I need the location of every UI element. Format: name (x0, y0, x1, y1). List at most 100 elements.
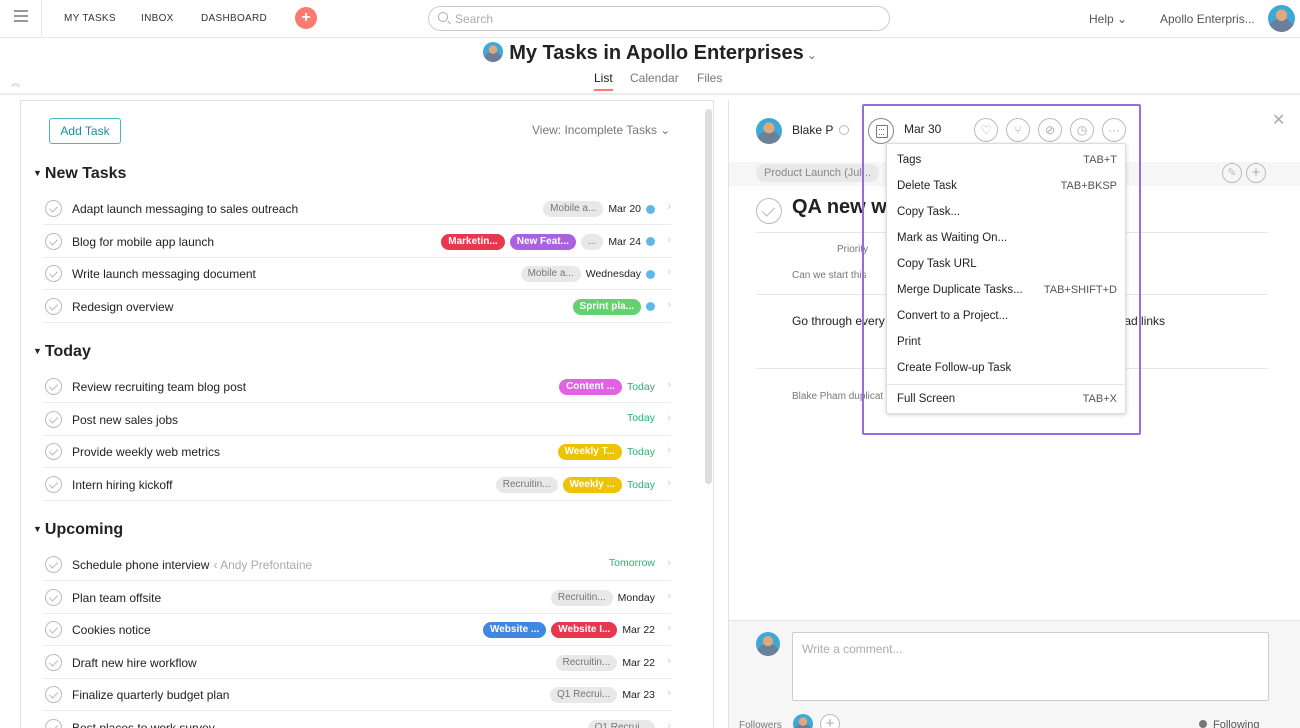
task-name-cell[interactable]: Intern hiring kickoff (72, 478, 173, 492)
chevron-right-icon[interactable]: › (667, 622, 671, 634)
comment-input[interactable] (792, 632, 1269, 701)
due-date[interactable]: Today (627, 446, 655, 458)
complete-checkbox[interactable] (45, 265, 62, 282)
menu-item-mark-waiting[interactable]: Mark as Waiting On... (887, 225, 1127, 251)
following-toggle[interactable]: Following (1199, 719, 1259, 728)
chevron-right-icon[interactable]: › (667, 299, 671, 311)
chevron-right-icon[interactable]: › (667, 444, 671, 456)
tag-pill[interactable]: Q1 Recrui... (549, 687, 618, 703)
task-assignee[interactable]: ‹ Andy Prefontaine (213, 558, 312, 572)
add-follower-icon[interactable]: + (820, 714, 840, 728)
due-date[interactable]: Today (627, 479, 655, 491)
task-row[interactable]: Write launch messaging document Mobile a.… (43, 258, 671, 290)
assignee-name[interactable]: Blake P (792, 123, 833, 137)
due-date[interactable]: Tomorrow (609, 557, 655, 569)
tab-list[interactable]: List (594, 71, 613, 85)
tag-pill[interactable]: Q1 Recrui... (587, 719, 655, 728)
task-row[interactable]: Blog for mobile app launch Marketin... New… (43, 226, 671, 258)
tag-pill[interactable]: ... (580, 233, 604, 250)
nav-dashboard[interactable]: DASHBOARD (201, 13, 267, 24)
task-row[interactable]: Plan team offsite Recruitin... Monday › (43, 582, 671, 614)
tab-calendar[interactable]: Calendar (630, 71, 679, 85)
task-name-cell[interactable]: Review recruiting team blog post (72, 380, 246, 394)
edit-icon[interactable]: ✎ (1222, 163, 1242, 183)
due-date[interactable]: Today (627, 412, 655, 424)
search-input[interactable] (455, 10, 875, 28)
menu-icon[interactable] (14, 10, 28, 24)
task-row[interactable]: Draft new hire workflow Recruitin... Mar 2… (43, 647, 671, 679)
section-header[interactable]: ▼ Upcoming (33, 521, 123, 539)
close-icon[interactable]: ✕ (1272, 110, 1285, 130)
complete-checkbox[interactable] (45, 410, 62, 428)
complete-checkbox[interactable] (45, 653, 62, 671)
tag-pill[interactable]: Recruitin... (495, 476, 558, 493)
chevron-right-icon[interactable]: › (667, 687, 671, 699)
complete-checkbox[interactable] (45, 556, 62, 573)
nav-inbox[interactable]: INBOX (141, 13, 174, 24)
follower-avatar[interactable] (793, 714, 813, 728)
task-row[interactable]: Provide weekly web metrics Weekly T... Tod… (43, 436, 671, 468)
complete-checkbox[interactable] (45, 686, 62, 703)
page-title[interactable]: My Tasks in Apollo Enterprises ⌄ (0, 42, 1300, 65)
menu-item-tags[interactable]: Tags TAB+T (887, 147, 1127, 173)
chevron-right-icon[interactable]: › (667, 655, 671, 667)
user-avatar[interactable] (1268, 5, 1295, 32)
view-filter-dropdown[interactable]: View: Incomplete Tasks ⌄ (532, 123, 670, 137)
task-name-cell[interactable]: Write launch messaging document (72, 267, 256, 281)
project-pill[interactable]: Product Launch (Jul... (756, 164, 880, 182)
due-date[interactable]: Mar 23 (622, 689, 655, 701)
menu-item-copy-url[interactable]: Copy Task URL (887, 251, 1127, 277)
complete-checkbox[interactable] (45, 718, 62, 728)
task-row[interactable]: Post new sales jobs Today › (43, 404, 671, 436)
task-row[interactable]: Finalize quarterly budget plan Q1 Recrui.… (43, 679, 671, 711)
tag-pill[interactable]: Website ... (482, 622, 547, 638)
scrollbar[interactable] (705, 109, 712, 484)
chevron-right-icon[interactable]: › (667, 590, 671, 602)
chevron-right-icon[interactable]: › (667, 234, 671, 246)
tag-pill[interactable]: Recruitin... (555, 654, 618, 671)
task-row[interactable]: Adapt launch messaging to sales outreach… (43, 193, 671, 225)
due-date[interactable]: Wednesday (586, 268, 641, 280)
due-date[interactable]: Monday (618, 592, 655, 604)
menu-item-copy-task[interactable]: Copy Task... (887, 199, 1127, 225)
complete-task-checkbox[interactable] (756, 198, 782, 224)
task-name-cell[interactable]: Plan team offsite (72, 591, 161, 605)
menu-item-delete-task[interactable]: Delete Task TAB+BKSP (887, 173, 1127, 199)
complete-checkbox[interactable] (45, 378, 62, 395)
task-name-cell[interactable]: Cookies notice (72, 623, 151, 637)
due-date[interactable]: Mar 20 (608, 203, 641, 215)
menu-item-full-screen[interactable]: Full Screen TAB+X (887, 386, 1127, 412)
tag-pill[interactable]: Marketin... (441, 233, 505, 250)
complete-checkbox[interactable] (45, 200, 62, 217)
tab-files[interactable]: Files (697, 71, 722, 85)
assignee-avatar[interactable] (756, 118, 782, 144)
complete-checkbox[interactable] (45, 475, 62, 493)
due-date[interactable]: Today (627, 381, 655, 393)
task-name-cell[interactable]: Adapt launch messaging to sales outreach (72, 202, 298, 216)
chevron-right-icon[interactable]: › (667, 477, 671, 489)
task-row[interactable]: Cookies notice Website ... Website I... Mar… (43, 614, 671, 646)
complete-checkbox[interactable] (45, 621, 62, 638)
section-header[interactable]: ▼ Today (33, 343, 91, 361)
task-name-cell[interactable]: Blog for mobile app launch (72, 235, 214, 249)
tag-pill[interactable]: Mobile a... (543, 201, 604, 217)
tag-pill[interactable]: Recruitin... (550, 589, 613, 606)
due-date[interactable]: Mar 22 (622, 624, 655, 636)
search-bar[interactable] (428, 6, 890, 31)
tag-pill[interactable]: Weekly T... (557, 444, 622, 460)
organization-switcher[interactable]: Apollo Enterpris... (1160, 12, 1255, 26)
chevron-right-icon[interactable]: › (667, 266, 671, 278)
chevron-right-icon[interactable]: › (667, 412, 671, 424)
tag-pill[interactable]: Sprint pla... (572, 298, 641, 315)
menu-item-follow-up[interactable]: Create Follow-up Task (887, 355, 1127, 381)
add-task-button[interactable]: Add Task (49, 118, 121, 144)
chevron-right-icon[interactable]: › (667, 201, 671, 213)
task-row[interactable]: Review recruiting team blog post Content … (43, 371, 671, 403)
chevron-right-icon[interactable]: › (667, 557, 671, 569)
task-name-cell[interactable]: Post new sales jobs (72, 413, 178, 427)
task-row[interactable]: Schedule phone interview ‹ Andy Prefontai… (43, 549, 671, 581)
tag-pill[interactable]: Mobile a... (520, 266, 581, 282)
tag-pill[interactable]: Weekly ... (562, 476, 622, 493)
tag-pill[interactable]: New Feat... (509, 233, 576, 250)
menu-item-convert-project[interactable]: Convert to a Project... (887, 303, 1127, 329)
